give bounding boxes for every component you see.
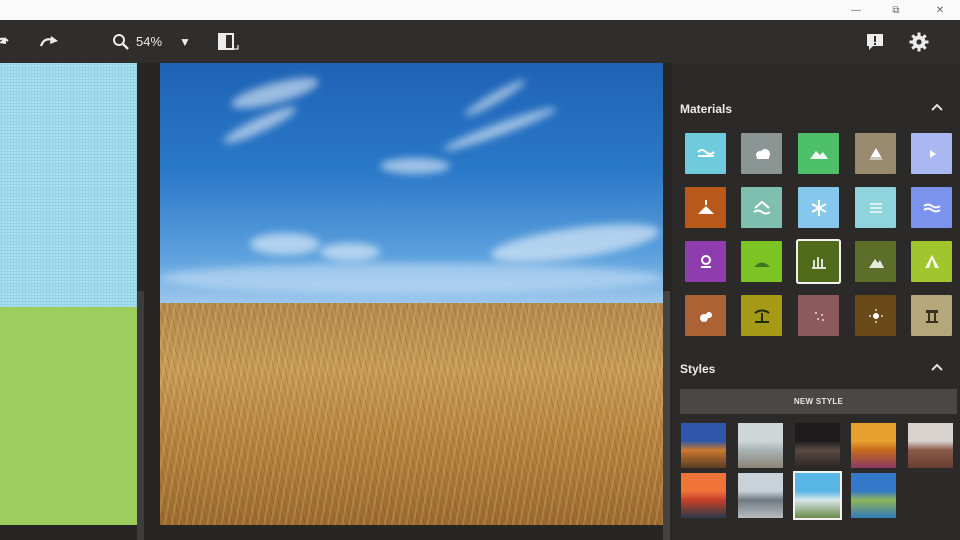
output-field (160, 303, 663, 525)
material-swatch-hill[interactable] (798, 133, 839, 174)
magnifier-icon (113, 33, 129, 50)
style-thumbnail[interactable] (795, 423, 840, 468)
material-swatch-sparkle-dots[interactable] (798, 295, 839, 336)
new-style-button[interactable]: NEW STYLE (680, 389, 957, 414)
fog-lines-icon (869, 202, 882, 213)
material-swatch-flower[interactable] (685, 241, 726, 282)
eruption-icon (697, 199, 714, 214)
cloud-icon (755, 148, 770, 159)
left-scrollbar[interactable] (137, 291, 144, 540)
tent-icon (924, 254, 939, 268)
material-swatch-play[interactable] (911, 133, 952, 174)
grass-icon (811, 256, 826, 269)
segmentation-canvas[interactable] (0, 63, 137, 525)
right-panel: Materials Styles NEW STYLE (672, 63, 960, 540)
split-view-icon (218, 32, 239, 50)
material-swatch-sun-burst[interactable] (855, 295, 896, 336)
styles-collapse-button[interactable] (931, 362, 943, 376)
sparkle-dots-icon (814, 311, 824, 321)
material-swatch-temple[interactable] (911, 295, 952, 336)
material-swatch-volcano[interactable] (855, 133, 896, 174)
zoom-dropdown[interactable]: ▼ (176, 20, 194, 63)
feedback-button[interactable] (862, 20, 888, 63)
close-button[interactable]: ✕ (920, 0, 960, 20)
flower-icon (700, 254, 711, 268)
play-icon (929, 149, 936, 158)
output-image (160, 63, 663, 525)
rock-icon (699, 311, 712, 322)
chevron-up-icon (931, 103, 943, 111)
canvas-scrollbar[interactable] (663, 291, 670, 540)
zoom-button[interactable] (110, 20, 132, 63)
material-swatch-cloud[interactable] (741, 133, 782, 174)
material-swatch-snowflake[interactable] (798, 187, 839, 228)
material-swatch-palm-tree[interactable] (741, 295, 782, 336)
material-swatch-house-flood[interactable] (741, 187, 782, 228)
output-sky (160, 63, 663, 303)
mountain-peak-icon (868, 258, 884, 268)
style-thumbnail[interactable] (681, 473, 726, 518)
redo-button[interactable] (36, 20, 62, 63)
gear-icon (909, 32, 929, 51)
segmentation-sky-region[interactable] (0, 63, 137, 307)
toolbar: 54% ▼ (0, 20, 960, 63)
feedback-icon (867, 33, 883, 50)
material-swatch-tent[interactable] (911, 241, 952, 282)
material-swatch-wave-lines[interactable] (911, 187, 952, 228)
wave-water-icon (696, 148, 715, 157)
style-thumbnail[interactable] (738, 473, 783, 518)
settings-button[interactable] (906, 20, 932, 63)
style-thumbnail[interactable] (851, 473, 896, 518)
style-thumbnail[interactable] (738, 423, 783, 468)
minimize-button[interactable]: — (836, 0, 876, 20)
undo-button[interactable] (0, 20, 14, 63)
material-swatch-rock[interactable] (685, 295, 726, 336)
chevron-up-icon (931, 363, 943, 371)
zoom-level[interactable]: 54% (136, 20, 162, 63)
materials-collapse-button[interactable] (931, 102, 943, 116)
material-swatch-fog-lines[interactable] (855, 187, 896, 228)
material-swatch-grass-hill[interactable] (741, 241, 782, 282)
material-swatch-wave-water[interactable] (685, 133, 726, 174)
wave-lines-icon (922, 203, 941, 212)
materials-title: Materials (680, 102, 733, 116)
material-swatch-eruption[interactable] (685, 187, 726, 228)
app-window: — ⧉ ✕ 54% ▼ Materials Styles NEW STYLE (0, 0, 960, 540)
temple-icon (925, 309, 938, 323)
style-thumbnail[interactable] (681, 423, 726, 468)
material-swatch-mountain-peak[interactable] (855, 241, 896, 282)
workspace (0, 63, 672, 540)
segmentation-grass-region[interactable] (0, 307, 137, 525)
house-flood-icon (752, 200, 771, 214)
volcano-icon (868, 147, 883, 160)
sun-burst-icon (868, 308, 883, 323)
palm-tree-icon (753, 309, 770, 323)
style-thumbnail[interactable] (795, 473, 840, 518)
redo-icon (39, 35, 58, 46)
style-thumbnail[interactable] (908, 423, 953, 468)
restore-button[interactable]: ⧉ (876, 0, 916, 20)
snowflake-icon (811, 199, 826, 216)
material-swatch-grass[interactable] (798, 241, 839, 282)
grass-hill-icon (753, 262, 770, 267)
styles-title: Styles (680, 362, 716, 376)
hill-icon (809, 150, 828, 159)
style-thumbnail[interactable] (851, 423, 896, 468)
title-bar: — ⧉ ✕ (0, 0, 960, 20)
undo-icon (0, 36, 9, 44)
split-view-button[interactable] (216, 20, 240, 63)
